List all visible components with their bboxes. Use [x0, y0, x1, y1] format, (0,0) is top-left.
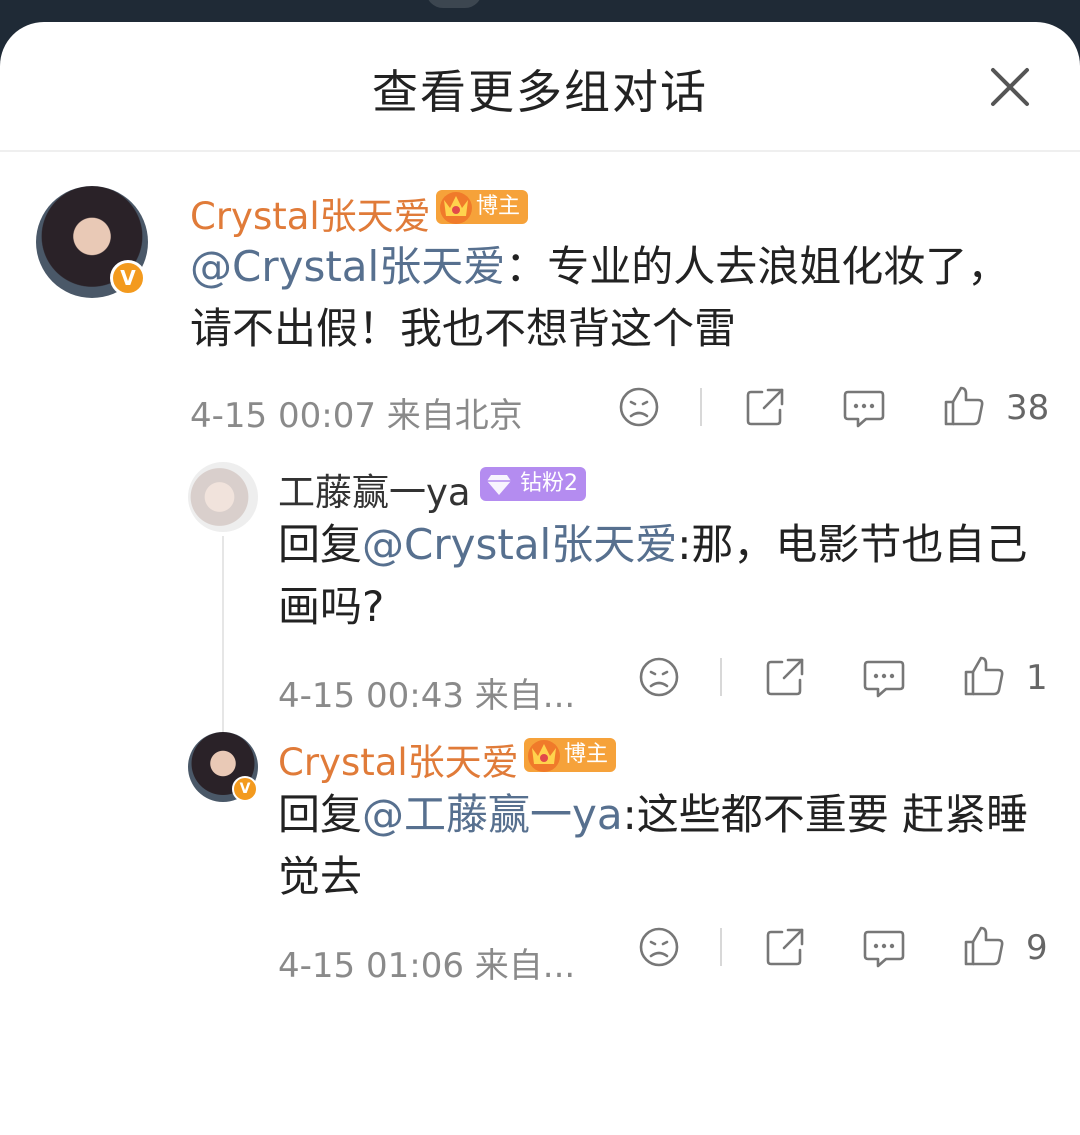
blogger-badge: 博主 [436, 190, 529, 224]
divider [700, 388, 702, 426]
sad-face-icon [619, 387, 659, 427]
badge-label: 钻粉2 [520, 471, 578, 496]
verified-v-icon: V [232, 776, 258, 802]
like-count: 1 [1026, 658, 1048, 698]
fan-level-badge: 钻粉2 [480, 467, 586, 501]
share-icon [746, 388, 784, 426]
like-count: 9 [1026, 928, 1048, 968]
sad-face-icon [639, 927, 679, 967]
page-title: 查看更多组对话 [372, 65, 708, 119]
divider [720, 658, 722, 696]
crown-icon [526, 732, 562, 785]
reply-prefix: 回复 [278, 520, 363, 569]
dislike-button[interactable] [638, 926, 680, 972]
dislike-button[interactable] [638, 656, 680, 702]
location: 来自北京 [386, 396, 523, 436]
like-count: 38 [1006, 388, 1050, 428]
sad-face-icon [639, 657, 679, 697]
location: 来自... [474, 676, 576, 716]
like-button[interactable] [962, 654, 1006, 702]
mention-link[interactable]: @Crystal张天爱 [190, 242, 505, 291]
share-icon [766, 658, 804, 696]
share-button[interactable] [764, 926, 806, 972]
reply-button[interactable] [862, 656, 906, 704]
dislike-button[interactable] [618, 386, 660, 432]
badge-label: 博主 [476, 194, 521, 219]
timestamp: 4-15 00:07 [190, 396, 376, 436]
thumbs-up-icon [964, 926, 1004, 966]
comment-bubble-icon [863, 930, 905, 968]
like-button[interactable] [942, 384, 986, 432]
share-button[interactable] [744, 386, 786, 432]
avatar[interactable] [188, 462, 258, 532]
divider [720, 928, 722, 966]
comment-text: 回复@Crystal张天爱:那，电影节也自己画吗? [278, 514, 1048, 638]
mention-link[interactable]: @Crystal张天爱 [362, 520, 677, 569]
diamond-icon [486, 471, 512, 508]
sheet-header: 查看更多组对话 [0, 22, 1080, 152]
comment-meta: 4-15 00:43 来自... [278, 668, 575, 717]
comment-bubble-icon [863, 660, 905, 698]
share-button[interactable] [764, 656, 806, 702]
blogger-badge: 博主 [524, 738, 617, 772]
comment-meta: 4-15 00:07 来自北京 [190, 388, 523, 437]
verified-v-icon: V [110, 260, 146, 296]
username[interactable]: Crystal张天爱 [190, 186, 431, 240]
comment-text: @Crystal张天爱：专业的人去浪姐化妆了，请不出假！我也不想背这个雷 [190, 236, 1020, 360]
thread-line [222, 536, 224, 736]
like-button[interactable] [962, 924, 1006, 972]
comment-text: 回复@工藤赢一ya:这些都不重要 赶紧睡觉去 [278, 784, 1038, 908]
username[interactable]: 工藤赢一ya [278, 462, 471, 516]
timestamp: 4-15 00:43 [278, 676, 464, 716]
timestamp: 4-15 01:06 [278, 946, 464, 986]
drag-handle[interactable] [426, 0, 482, 8]
username[interactable]: Crystal张天爱 [278, 732, 519, 786]
location: 来自... [474, 946, 576, 986]
comment-bubble-icon [843, 390, 885, 428]
badge-label: 博主 [564, 742, 609, 767]
reply-button[interactable] [842, 386, 886, 434]
comment-meta: 4-15 01:06 来自... [278, 938, 575, 987]
crown-icon [438, 184, 474, 237]
mention-link[interactable]: @工藤赢一ya [362, 790, 623, 839]
close-button[interactable] [985, 62, 1035, 112]
avatar[interactable]: V [188, 732, 258, 802]
thumbs-up-icon [944, 386, 984, 426]
reply-prefix: 回复 [278, 790, 363, 839]
reply-button[interactable] [862, 926, 906, 974]
close-icon [991, 68, 1029, 106]
share-icon [766, 928, 804, 966]
avatar[interactable]: V [36, 186, 148, 298]
thumbs-up-icon [964, 656, 1004, 696]
